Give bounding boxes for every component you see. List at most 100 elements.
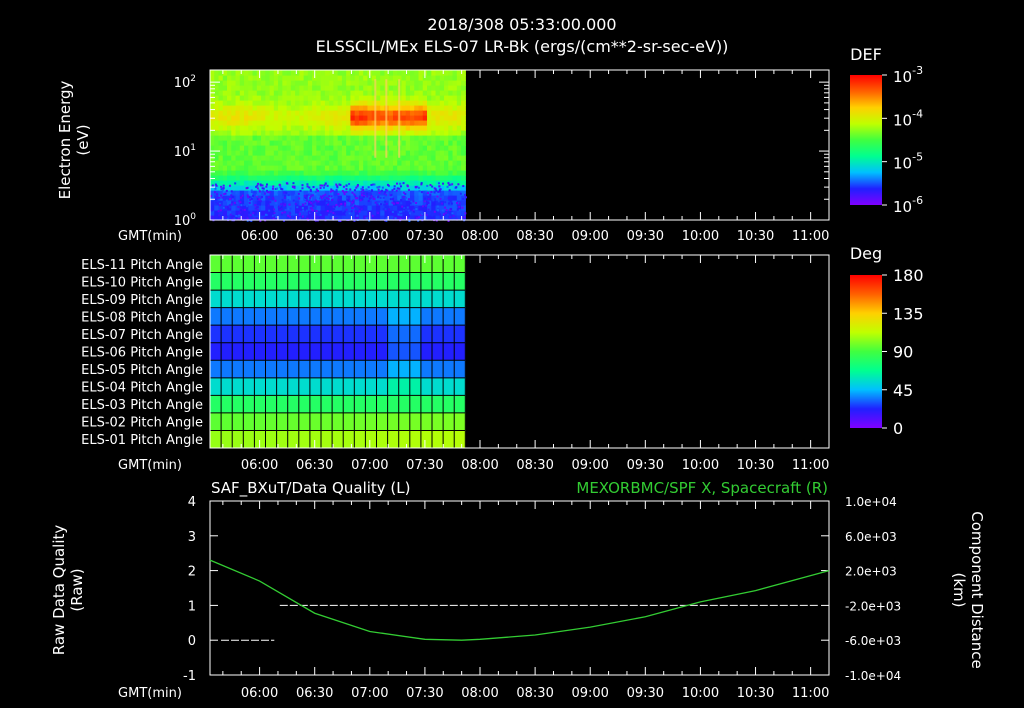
- spectrogram-speck: [328, 208, 331, 211]
- def-colorbar-tick-label: 10-3: [893, 64, 923, 86]
- spectrogram-speck: [458, 209, 461, 212]
- deg-colorbar-tick-label: 0: [893, 419, 903, 438]
- spectrogram-speck: [261, 195, 264, 198]
- spectrogram-cell: [265, 140, 271, 146]
- spectrogram-cell: [422, 100, 428, 106]
- energy-time-axis-label: GMT(min): [118, 229, 182, 244]
- spectrogram-cell: [252, 95, 258, 101]
- spectrogram-cell: [227, 90, 232, 96]
- quality-y-axis-label: Raw Data Quality(Raw): [50, 525, 86, 656]
- spectrogram-cell: [392, 110, 398, 116]
- spectrogram-cell: [333, 120, 339, 126]
- spectrogram-cell: [401, 70, 407, 76]
- quality-left-tick-label: 1: [188, 599, 196, 614]
- spectrogram-cell: [388, 175, 394, 181]
- spectrogram-cell: [354, 150, 360, 156]
- spectrogram-cell: [239, 125, 245, 131]
- pitch-cell: [343, 325, 355, 344]
- spectrogram-cell: [414, 140, 420, 146]
- spectrogram-cell: [252, 130, 258, 136]
- spectrogram-speck: [228, 197, 231, 200]
- spectrogram-cell: [227, 145, 232, 151]
- spectrogram-cell: [239, 180, 245, 186]
- spectrogram-speck: [288, 215, 291, 218]
- spectrogram-cell: [448, 145, 454, 151]
- spectrogram-cell: [227, 165, 232, 171]
- spectrogram-cell: [235, 90, 241, 96]
- pitch-cell: [420, 377, 433, 396]
- spectrogram-cell: [346, 85, 352, 91]
- spectrogram-cell: [375, 80, 381, 86]
- spectrogram-cell: [346, 100, 352, 106]
- spectrogram-cell: [427, 145, 432, 151]
- spectrogram-cell: [392, 130, 398, 136]
- spectrogram-cell: [431, 95, 437, 101]
- spectrogram-cell: [452, 110, 458, 116]
- spectrogram-cell: [265, 90, 271, 96]
- spectrogram-cell: [303, 75, 309, 81]
- spectrogram-cell: [231, 120, 237, 126]
- spectrogram-speck: [360, 208, 363, 211]
- spectrogram-speck: [215, 201, 218, 204]
- spectrogram-speck: [225, 216, 228, 219]
- spectrogram-speck: [314, 205, 317, 208]
- spectrogram-speck: [256, 187, 259, 190]
- spectrogram-cell: [431, 140, 437, 146]
- spectrogram-cell: [350, 175, 356, 181]
- spectrogram-cell: [303, 135, 309, 141]
- spectrogram-cell: [290, 85, 296, 91]
- spectrogram-cell: [354, 120, 360, 126]
- spectrogram-speck: [328, 195, 331, 198]
- spectrogram-speck: [301, 206, 304, 209]
- spectrogram-cell: [367, 120, 373, 126]
- spectrogram-cell: [324, 115, 330, 121]
- spectrogram-speck: [344, 204, 347, 207]
- spectrogram-cell: [265, 115, 271, 121]
- spectrogram-cell: [333, 70, 339, 76]
- pitch-cell: [376, 360, 389, 379]
- spectrogram-cell: [239, 105, 245, 111]
- spectrogram-speck: [279, 186, 282, 189]
- spectrogram-speck: [256, 206, 259, 209]
- spectrogram-cell: [380, 70, 386, 76]
- pitch-cell: [354, 377, 366, 396]
- spectrogram-speck: [330, 188, 333, 191]
- spectrogram-cell: [392, 170, 398, 176]
- spectrogram-cell: [431, 75, 437, 81]
- spectrogram-speck: [417, 186, 420, 189]
- spectrogram-speck: [392, 197, 395, 200]
- spectrogram-cell: [231, 70, 237, 76]
- spectrogram-cell: [329, 175, 335, 181]
- spectrogram-speck: [438, 190, 441, 193]
- spectrogram-speck: [341, 216, 344, 219]
- spectrogram-cell: [244, 160, 249, 166]
- spectrogram-cell: [227, 115, 232, 121]
- spectrogram-speck: [345, 212, 348, 215]
- spectrogram-speck: [296, 206, 299, 209]
- spectrogram-cell: [265, 70, 271, 76]
- spectrogram-cell: [418, 105, 424, 111]
- spectrogram-speck: [355, 197, 358, 200]
- spectrogram-cell: [358, 165, 364, 171]
- spectrogram-cell: [363, 145, 369, 151]
- time-tick-label: 08:30: [516, 229, 553, 244]
- spectrogram-cell: [312, 180, 317, 186]
- spectrogram-speck: [358, 210, 361, 213]
- spectrogram-cell: [358, 75, 364, 81]
- pitch-cell: [221, 412, 233, 431]
- spectrogram-cell: [295, 140, 300, 146]
- spectrogram-cell: [324, 130, 330, 136]
- time-tick-label: 11:00: [792, 229, 829, 244]
- spectrogram-speck: [337, 193, 340, 196]
- spectrogram-cell: [278, 170, 283, 176]
- spectrogram-speck: [402, 182, 405, 185]
- spectrogram-speck: [426, 184, 429, 187]
- spectrogram-speck: [280, 213, 283, 216]
- spectrogram-cell: [320, 130, 326, 136]
- time-tick-label: 10:30: [737, 458, 774, 473]
- spectrogram-cell: [431, 130, 437, 136]
- spectrogram-cell: [252, 170, 258, 176]
- spectrogram-speck: [275, 202, 278, 205]
- spectrogram-cell: [392, 115, 398, 121]
- spectrogram-cell: [346, 165, 352, 171]
